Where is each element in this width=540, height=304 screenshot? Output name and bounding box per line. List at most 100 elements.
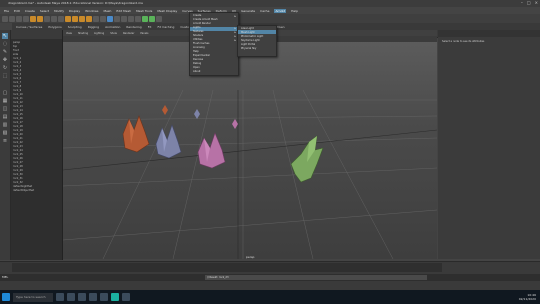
outliner-item[interactable]: rock_18 <box>13 125 23 128</box>
viewport-menu-panels[interactable]: Panels <box>140 32 148 35</box>
menu-modify[interactable]: Modify <box>54 9 64 13</box>
mel-label[interactable]: MEL <box>2 275 8 279</box>
outliner-item[interactable]: rock_14 <box>13 109 23 112</box>
shelf-tab-rendering[interactable]: Rendering <box>126 25 141 29</box>
outliner-item[interactable]: top <box>13 45 17 48</box>
viewport-persp[interactable]: View Shading Lighting Show Renderer Pane… <box>63 30 437 259</box>
outliner-item[interactable]: rock_11 <box>13 97 23 100</box>
clock-date[interactable]: 02/11/2020 <box>519 297 536 301</box>
menu-windows[interactable]: Windows <box>85 9 98 13</box>
outliner-item[interactable]: rock_30 <box>13 173 23 176</box>
shelf-tab-curves[interactable]: Curves / Surfaces <box>16 25 42 29</box>
arnold-menu-item[interactable]: Denoise <box>193 58 203 61</box>
outliner-item[interactable]: rock_26 <box>13 157 23 160</box>
outliner-item[interactable]: rock_15 <box>13 113 23 116</box>
outliner-item[interactable]: persp <box>13 41 20 44</box>
crystal-small-blue[interactable] <box>193 108 201 120</box>
menu-edit[interactable]: Edit <box>14 9 20 13</box>
list-layout-icon[interactable]: ≡ <box>2 138 8 144</box>
arnold-menu-item[interactable]: Help <box>193 50 199 53</box>
outliner-item[interactable]: defaultObjectSet <box>13 189 34 192</box>
store-icon[interactable] <box>100 293 108 301</box>
arnold-menu-item[interactable]: Open <box>193 66 200 69</box>
lights-submenu-item[interactable]: Skydome Light <box>241 39 260 42</box>
viewport-menu-view[interactable]: View <box>66 32 72 35</box>
viewport-menu-lighting[interactable]: Lighting <box>94 32 104 35</box>
open-scene-icon[interactable] <box>16 15 22 22</box>
maya-taskbar-icon[interactable] <box>111 293 119 301</box>
menu-mesh-display[interactable]: Mesh Display <box>157 9 177 13</box>
outliner-item[interactable]: rock_20 <box>13 133 23 136</box>
lights-submenu-item[interactable]: Mesh Light <box>241 31 255 34</box>
outliner-item[interactable]: rock_16 <box>13 117 23 120</box>
menu-select[interactable]: Select <box>40 9 49 13</box>
arnold-menu-item[interactable]: Licensing <box>193 46 205 49</box>
render-view-icon[interactable] <box>114 15 120 22</box>
crystal-small-orange[interactable] <box>161 104 169 116</box>
history-icon[interactable] <box>107 15 113 22</box>
ipr-render-icon[interactable] <box>128 15 134 22</box>
arnold-render-icon[interactable] <box>149 15 155 22</box>
outliner-item[interactable]: rock_19 <box>13 129 23 132</box>
arnold-menu-item[interactable]: Experimental <box>193 54 210 57</box>
render-icon[interactable] <box>121 15 127 22</box>
shelf-tab-polygons[interactable]: Polygons <box>48 25 61 29</box>
save-scene-icon[interactable] <box>23 15 29 22</box>
shelf-tab-fx[interactable]: FX <box>148 25 152 29</box>
arnold-menu-item[interactable]: Arnold Render <box>193 22 211 25</box>
sidebar-toggle-icon[interactable] <box>156 15 162 22</box>
shelf-tab-sculpting[interactable]: Sculpting <box>68 25 82 29</box>
menu-mesh[interactable]: Mesh <box>104 9 112 13</box>
crystal-small-pink[interactable] <box>231 118 239 130</box>
file-explorer-icon[interactable] <box>67 293 75 301</box>
minimize-icon[interactable]: – <box>521 1 523 5</box>
outliner-item[interactable]: rock_6 <box>13 77 21 80</box>
render-settings-icon[interactable] <box>135 15 141 22</box>
arnold-menu-item[interactable]: Shaders <box>193 34 203 37</box>
outliner-item[interactable]: rock_24 <box>13 149 23 152</box>
outliner-item[interactable]: rock_27 <box>13 161 23 164</box>
arnold-menu-item[interactable]: Flush Caches <box>193 42 209 45</box>
mail-icon[interactable] <box>89 293 97 301</box>
snap-curve-icon[interactable] <box>79 15 85 22</box>
arnold-menu-item[interactable]: Create Arnold Mesh <box>193 18 218 21</box>
rotate-tool-icon[interactable]: ↻ <box>2 65 8 71</box>
menu-file[interactable]: File <box>4 9 9 13</box>
select-hierarchy-icon[interactable] <box>44 15 50 22</box>
pick-mask-icon[interactable] <box>65 15 71 22</box>
snap-surface-icon[interactable] <box>100 15 106 22</box>
outliner-item[interactable]: rock_5 <box>13 73 21 76</box>
outliner-item[interactable]: rock_31 <box>13 177 23 180</box>
redo-icon[interactable] <box>37 15 43 22</box>
crystal-green[interactable] <box>289 134 329 186</box>
lasso-tool-icon[interactable]: ◌ <box>2 41 8 47</box>
outliner-item[interactable]: rock_12 <box>13 101 23 104</box>
arnold-menu-item[interactable]: Textures <box>193 30 203 33</box>
four-view-layout-icon[interactable]: ▦ <box>2 98 8 104</box>
lights-submenu-item[interactable]: Area Light <box>241 27 254 30</box>
mode-selector[interactable] <box>2 15 8 22</box>
menu-display[interactable]: Display <box>69 9 80 13</box>
windows-start-icon[interactable] <box>2 293 10 301</box>
outliner-item[interactable]: rock_17 <box>13 121 23 124</box>
outliner-item[interactable]: rock_29 <box>13 169 23 172</box>
outliner-item[interactable]: rock_8 <box>13 85 21 88</box>
snap-point-icon[interactable] <box>86 15 92 22</box>
hypershade-icon[interactable] <box>142 15 148 22</box>
arnold-menu-item[interactable]: Lights <box>193 26 201 29</box>
arnold-menu-item[interactable]: Create <box>193 14 201 17</box>
outliner-item[interactable]: rock_9 <box>13 89 21 92</box>
outliner-item[interactable]: rock_25 <box>13 153 23 156</box>
menu-help[interactable]: Help <box>291 9 298 13</box>
menu-mesh-tools[interactable]: Mesh Tools <box>136 9 152 13</box>
move-tool-icon[interactable]: ✥ <box>2 57 8 63</box>
shelf-tab-rigging[interactable]: Rigging <box>88 25 99 29</box>
viewport-menu-show[interactable]: Show <box>110 32 117 35</box>
outliner-item[interactable]: rock_13 <box>13 105 23 108</box>
arnold-menu-item[interactable]: Debug <box>193 62 201 65</box>
taskbar-search[interactable]: Type here to search <box>13 292 53 302</box>
outliner-item[interactable]: defaultLightSet <box>13 185 32 188</box>
select-object-icon[interactable] <box>51 15 57 22</box>
outliner-item[interactable]: rock_7 <box>13 81 21 84</box>
outliner-item[interactable]: rock_28 <box>13 165 23 168</box>
